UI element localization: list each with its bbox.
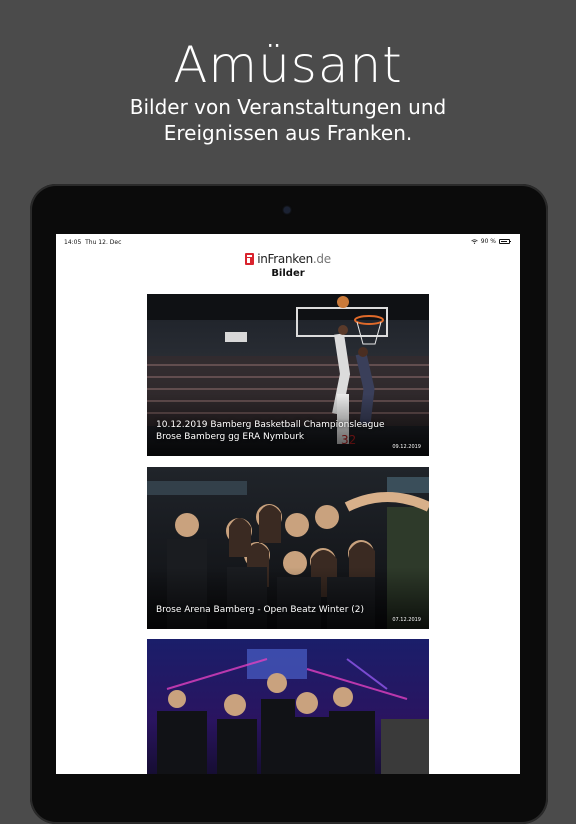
- logo-tld-text: .de: [312, 252, 331, 266]
- battery-fill: [501, 241, 507, 242]
- gallery-card[interactable]: 32 10.12.2019 Bamberg Basketball Champio…: [147, 294, 429, 456]
- gallery-card-title: Brose Arena Bamberg - Open Beatz Winter …: [156, 604, 386, 616]
- logo-main-text: inFranken: [257, 252, 313, 266]
- promo-subline-line-2: Ereignissen aus Franken.: [163, 121, 413, 145]
- promo-subline-line-1: Bilder von Veranstaltungen und: [129, 95, 447, 119]
- page-title: Bilder: [271, 268, 305, 279]
- wifi-icon: [470, 239, 478, 244]
- gallery-card-date: 07.12.2019: [392, 617, 421, 623]
- status-right: 90 %: [470, 238, 511, 245]
- gallery-card-title: 10.12.2019 Bamberg Basketball Championsl…: [156, 419, 386, 443]
- gallery-card-title-line: Brose Arena Bamberg - Open Beatz Winter …: [156, 605, 364, 615]
- gallery-card-title-line: 10.12.2019 Bamberg Basketball Championsl…: [156, 420, 385, 430]
- battery-icon: [499, 239, 511, 244]
- battery-percent: 90 %: [480, 238, 496, 245]
- gallery-card-title-line: Brose Bamberg gg ERA Nymburk: [156, 432, 305, 442]
- status-time: 14:05 Thu 12. Dec: [64, 239, 121, 246]
- status-bar: 14:05 Thu 12. Dec 90 %: [56, 234, 520, 250]
- front-camera: [284, 207, 290, 213]
- status-clock: 14:05: [64, 239, 82, 246]
- gallery-card[interactable]: Brose Arena Bamberg - Open Beatz Winter …: [147, 467, 429, 629]
- app-screen: 14:05 Thu 12. Dec 90 % inFranken.de Bild…: [56, 234, 520, 774]
- status-date: Thu 12. Dec: [85, 239, 122, 246]
- gallery-card[interactable]: [147, 639, 429, 774]
- club-night-photo: [147, 639, 429, 774]
- app-logo[interactable]: inFranken.de: [56, 250, 520, 268]
- infranken-logo-icon: [245, 253, 255, 265]
- logo-wordmark: inFranken.de: [257, 252, 331, 266]
- promo-subline: Bilder von Veranstaltungen und Ereigniss…: [0, 94, 576, 146]
- gallery-card-date: 09.12.2019: [392, 444, 421, 450]
- promo-headline: Amüsant: [173, 36, 403, 94]
